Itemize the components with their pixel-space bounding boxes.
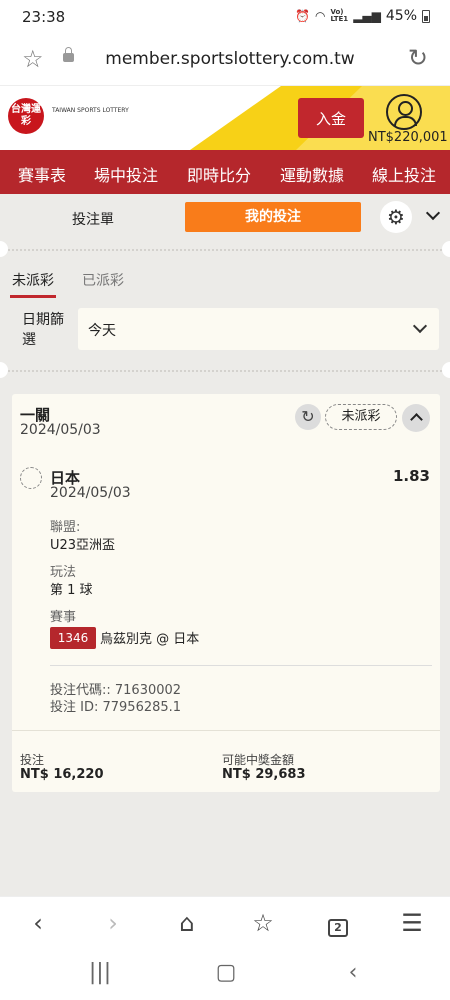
divider xyxy=(0,249,450,251)
url-text[interactable]: member.sportslottery.com.tw xyxy=(0,49,450,69)
market-value: 第 1 球 xyxy=(50,583,93,598)
chevron-down-icon[interactable] xyxy=(424,206,444,226)
divider-notch xyxy=(442,362,450,378)
bet-tabs: 投注單 我的投注 ⚙ xyxy=(0,194,450,240)
league-value: U23亞洲盃 xyxy=(50,538,116,553)
alarm-icon: ⏰ xyxy=(295,9,310,23)
nav-item-schedule[interactable]: 賽事表 xyxy=(18,162,66,186)
tab-unsettled[interactable]: 未派彩 xyxy=(10,270,56,298)
date-filter-value: 今天 xyxy=(88,323,116,339)
selection-odds: 1.83 xyxy=(392,467,430,485)
browser-toolbar: ‹ › ⌂ ☆ 2 ☰ xyxy=(0,896,450,950)
selection-status-icon xyxy=(20,467,42,489)
status-badge: 未派彩 xyxy=(325,404,397,430)
deposit-button[interactable]: 入金 xyxy=(298,98,364,138)
divider-notch xyxy=(0,362,8,378)
status-bar: 23:38 ⏰ ◠ Vo) LTE1 ▂▄▆ 45% xyxy=(0,0,450,34)
system-home-icon[interactable]: ▢ xyxy=(206,960,246,985)
site-logo[interactable]: 台灣運彩 xyxy=(8,98,44,134)
divider xyxy=(12,730,440,731)
tabs-icon[interactable]: 2 xyxy=(318,909,358,937)
tabs-count: 2 xyxy=(328,919,348,937)
system-nav-bar: ||| ▢ ‹ xyxy=(0,950,450,1000)
nav-item-sports-data[interactable]: 運動數據 xyxy=(280,162,344,186)
main-nav: 賽事表 場中投注 即時比分 運動數據 線上投注 xyxy=(0,150,450,194)
reload-icon[interactable]: ↻ xyxy=(408,44,428,72)
forward-icon[interactable]: › xyxy=(93,909,133,937)
selection-date: 2024/05/03 xyxy=(50,485,131,501)
browser-url-bar: ☆ member.sportslottery.com.tw ↻ xyxy=(0,34,450,86)
bet-id: 投注 ID: 77956285.1 xyxy=(50,700,182,715)
chevron-up-icon[interactable] xyxy=(402,404,430,432)
system-back-icon[interactable]: ‹ xyxy=(333,960,373,985)
tab-settled[interactable]: 已派彩 xyxy=(82,270,124,290)
nav-item-online-betting[interactable]: 線上投注 xyxy=(372,162,436,186)
main-content: 投注單 我的投注 ⚙ 未派彩 已派彩 日期篩選 今天 一關 2024/05/03… xyxy=(0,194,450,896)
tab-my-bets[interactable]: 我的投注 xyxy=(185,202,361,232)
league-label: 聯盟: xyxy=(50,520,81,535)
battery-percent: 45% xyxy=(385,8,417,24)
event-code-badge: 1346 xyxy=(50,627,96,649)
lte-indicator: Vo) LTE1 xyxy=(330,8,349,23)
payout-value: NT$ 29,683 xyxy=(222,767,306,782)
bet-card: 一關 2024/05/03 ↻ 未派彩 日本 1.83 2024/05/03 聯… xyxy=(12,394,440,792)
status-icons: ⏰ ◠ Vo) LTE1 ▂▄▆ 45% xyxy=(295,8,430,24)
event-name: 烏茲別克 @ 日本 xyxy=(100,632,200,647)
stake-label: 投注 xyxy=(20,753,45,767)
market-label: 玩法 xyxy=(50,565,77,580)
date-filter-select[interactable]: 今天 xyxy=(78,308,439,350)
back-icon[interactable]: ‹ xyxy=(18,909,58,937)
bet-date: 2024/05/03 xyxy=(20,422,101,438)
recents-icon[interactable]: ||| xyxy=(80,960,120,985)
event-label: 賽事 xyxy=(50,610,77,625)
divider xyxy=(0,370,450,372)
stake-value: NT$ 16,220 xyxy=(20,767,104,782)
gear-icon[interactable]: ⚙ xyxy=(380,201,412,233)
refresh-icon[interactable]: ↻ xyxy=(295,404,321,430)
site-header: 台灣運彩 TAIWAN SPORTS LOTTERY 入金 NT$220,001 xyxy=(0,86,450,150)
signal-icon: ▂▄▆ xyxy=(353,9,381,23)
divider-notch xyxy=(0,241,8,257)
home-icon[interactable]: ⌂ xyxy=(167,909,207,937)
battery-icon xyxy=(422,9,430,23)
chevron-down-icon xyxy=(412,318,428,334)
divider-notch xyxy=(442,241,450,257)
logo-subtitle: TAIWAN SPORTS LOTTERY xyxy=(52,107,129,114)
divider xyxy=(50,665,432,666)
wifi-icon: ◠ xyxy=(314,9,326,23)
menu-icon[interactable]: ☰ xyxy=(392,909,432,937)
date-filter-label: 日期篩選 xyxy=(22,312,64,348)
payout-label: 可能中獎金額 xyxy=(222,753,295,767)
user-account-icon[interactable] xyxy=(386,94,422,130)
nav-item-live-scores[interactable]: 即時比分 xyxy=(187,162,251,186)
nav-item-live-betting[interactable]: 場中投注 xyxy=(94,162,158,186)
account-balance: NT$220,001 xyxy=(368,130,448,145)
bookmarks-icon[interactable]: ☆ xyxy=(243,909,283,937)
status-time: 23:38 xyxy=(22,8,66,26)
tab-bet-slip[interactable]: 投注單 xyxy=(72,209,114,229)
